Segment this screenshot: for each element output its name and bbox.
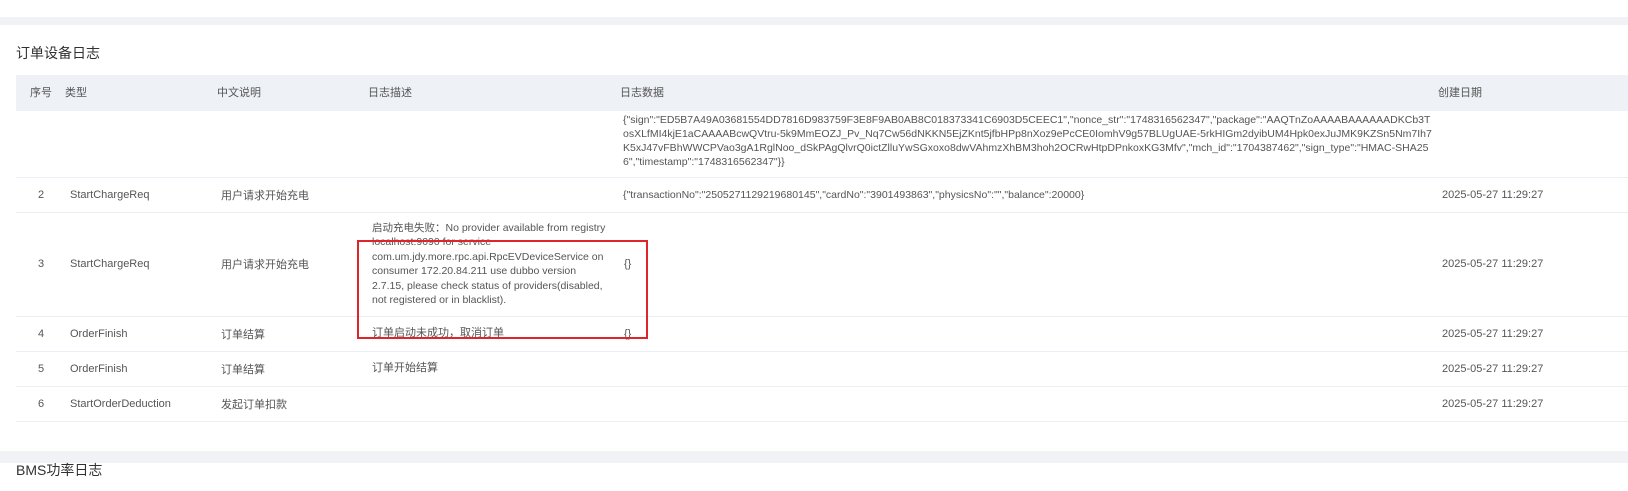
header-index: 序号	[30, 87, 52, 99]
table-row: {"sign":"ED5B7A49A03681554DD7816D983759F…	[16, 111, 1628, 178]
cell-log-data: {"sign":"ED5B7A49A03681554DD7816D983759F…	[623, 114, 1432, 168]
cell-log-desc: 订单开始结算	[372, 362, 438, 375]
cell-created: 2025-05-27 11:29:27	[1442, 327, 1544, 340]
section-gap	[0, 451, 1628, 463]
cell-cn-desc: 用户请求开始充电	[221, 259, 309, 271]
cell-created: 2025-05-27 11:29:27	[1442, 258, 1544, 270]
header-type: 类型	[65, 87, 87, 99]
cell-type: StartOrderDeduction	[70, 397, 171, 410]
cell-created: 2025-05-27 11:29:27	[1442, 188, 1544, 201]
cell-index: 5	[38, 362, 45, 375]
table-row: 4 OrderFinish 订单结算 订单启动未成功，取消订单 {} 2025-…	[16, 316, 1628, 352]
header-cn-desc: 中文说明	[217, 87, 261, 99]
cell-log-desc: 启动充电失败：No provider available from regist…	[372, 221, 606, 307]
cell-log-desc	[372, 177, 602, 212]
cell-type: OrderFinish	[70, 362, 128, 375]
table-row: 3 StartChargeReq 用户请求开始充电 启动充电失败：No prov…	[16, 212, 1628, 317]
table-header: 序号 类型 中文说明 日志描述 日志数据 创建日期	[16, 75, 1628, 111]
cell-type: OrderFinish	[70, 327, 128, 340]
cell-cn-desc: 发起订单扣款	[221, 398, 287, 411]
table-row: 5 OrderFinish 订单结算 订单开始结算 2025-05-27 11:…	[16, 351, 1628, 387]
cell-index: 3	[38, 258, 45, 270]
cell-log-data: {}	[624, 258, 632, 270]
cell-log-data: {}	[624, 327, 632, 340]
cell-index: 6	[38, 397, 45, 410]
table-row: 2 StartChargeReq 用户请求开始充电 {"transactionN…	[16, 177, 1628, 213]
bms-power-log-card: BMS功率日志	[0, 463, 1628, 491]
log-table: {"sign":"ED5B7A49A03681554DD7816D983759F…	[16, 75, 1628, 448]
cell-log-data: {"transactionNo":"2505271129219680145","…	[623, 188, 1085, 201]
cell-type: StartChargeReq	[70, 188, 150, 201]
cell-log-desc: 订单启动未成功，取消订单	[372, 327, 504, 340]
cell-log-desc	[372, 111, 602, 177]
cell-cn-desc: 订单结算	[221, 363, 265, 376]
order-device-log-card: 订单设备日志 {"sign":"ED5B7A49A03681554DD7816D…	[0, 25, 1628, 451]
cell-index: 2	[38, 188, 45, 201]
cell-cn-desc: 订单结算	[221, 328, 265, 341]
header-log-desc: 日志描述	[368, 87, 412, 99]
header-created: 创建日期	[1438, 87, 1482, 99]
cell-type: StartChargeReq	[70, 258, 150, 270]
cell-cn-desc: 用户请求开始充电	[221, 189, 309, 202]
header-log-data: 日志数据	[620, 87, 664, 99]
cell-created: 2025-05-27 11:29:27	[1442, 362, 1544, 375]
cell-created: 2025-05-27 11:29:27	[1442, 397, 1544, 410]
table-row: 6 StartOrderDeduction 发起订单扣款 2025-05-27 …	[16, 386, 1628, 422]
cell-index: 4	[38, 327, 45, 340]
table-body[interactable]: {"sign":"ED5B7A49A03681554DD7816D983759F…	[16, 75, 1628, 448]
section-title: BMS功率日志	[16, 462, 103, 478]
previous-card-bottom	[0, 0, 1628, 17]
section-title: 订单设备日志	[16, 45, 100, 61]
cell-log-desc	[372, 386, 608, 421]
